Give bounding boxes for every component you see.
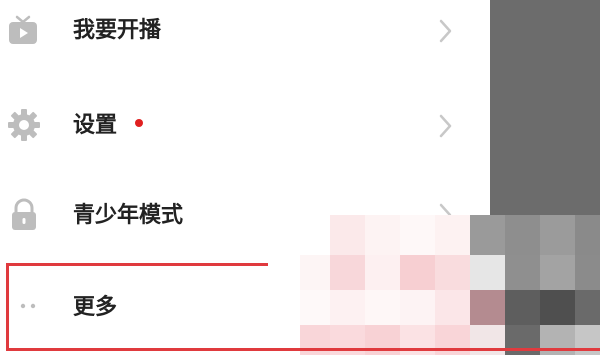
menu-item-settings[interactable]: 设置 — [0, 90, 490, 160]
menu-item-label: 更多 — [73, 295, 118, 320]
menu-item-more[interactable]: 更多 — [0, 270, 490, 340]
highlight-box-left — [6, 263, 9, 351]
drawer-menu: 我要开播 设置 青少年模式 更多 — [0, 0, 490, 355]
more-dots-icon — [20, 303, 36, 309]
menu-item-settings-label: 设置 — [73, 112, 144, 140]
menu-item-teen-mode[interactable]: 青少年模式 — [0, 180, 490, 250]
highlight-box-top — [6, 263, 268, 266]
gear-icon — [8, 109, 40, 141]
menu-item-label: 我要开播 — [73, 18, 162, 43]
chevron-right-icon — [439, 19, 452, 43]
chevron-right-icon — [439, 203, 452, 227]
notification-dot — [135, 119, 144, 127]
menu-item-label: 青少年模式 — [73, 203, 184, 228]
highlight-box-bottom — [6, 348, 600, 351]
settings-label-text: 设置 — [73, 113, 118, 138]
chevron-right-icon — [439, 114, 452, 138]
dimmed-background[interactable] — [490, 0, 600, 215]
menu-item-go-live[interactable]: 我要开播 — [0, 0, 490, 70]
live-tv-icon — [9, 15, 37, 44]
lock-icon — [12, 198, 36, 230]
